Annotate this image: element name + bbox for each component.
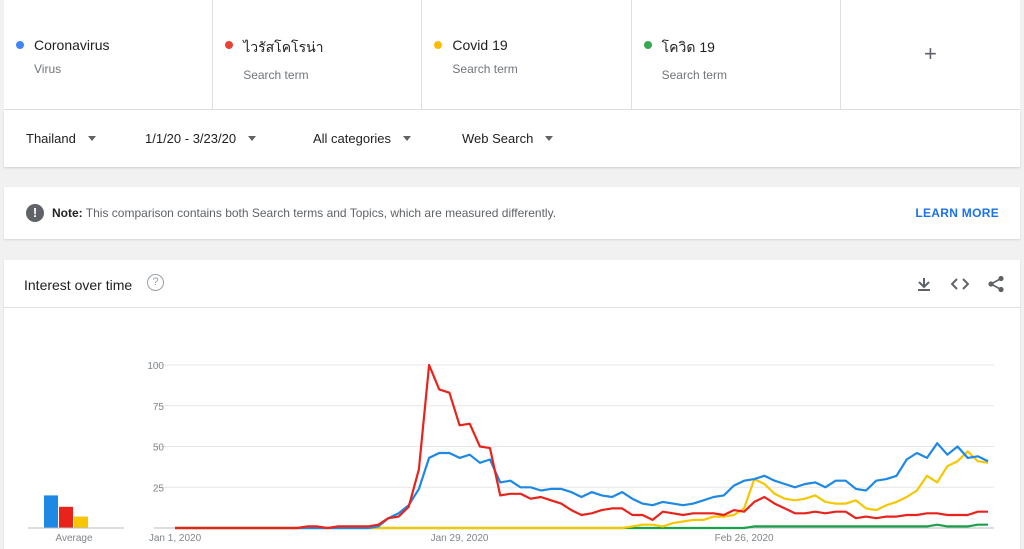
- interest-chart: 100 75 50 25 Jan 1, 2020 Jan 29, 2020 Feb 26, …: [28, 361, 994, 544]
- term-name: ไวรัสโคโรน่า: [243, 39, 324, 55]
- region-dropdown[interactable]: Thailand: [26, 131, 96, 146]
- term-color-dot: [16, 41, 24, 49]
- term-thai-coronavirus[interactable]: ไวรัสโคโรน่า Search term: [213, 0, 423, 109]
- average-bar: [59, 506, 73, 528]
- search-type-dropdown[interactable]: Web Search: [462, 131, 554, 146]
- filters-bar: Thailand 1/1/20 - 3/23/20 All categories…: [4, 110, 1020, 167]
- note-label: Note:: [52, 206, 83, 220]
- category-value: All categories: [313, 131, 392, 146]
- region-value: Thailand: [26, 131, 76, 146]
- x-tick-label: Jan 29, 2020: [431, 533, 489, 544]
- comparison-note: ! Note: This comparison contains both Se…: [4, 187, 1020, 239]
- term-color-dot: [225, 41, 234, 49]
- add-term-button[interactable]: +: [841, 0, 1020, 109]
- term-type: Virus: [34, 62, 62, 76]
- x-tick-label: Feb 26, 2020: [715, 533, 774, 544]
- term-type: Search term: [661, 68, 727, 82]
- term-color-dot: [643, 41, 652, 49]
- plus-icon: +: [923, 40, 937, 66]
- search-terms-bar: Coronavirus Virus ไวรัสโคโรน่า Search te…: [4, 0, 1020, 110]
- date-range-value: 1/1/20 - 3/23/20: [145, 131, 237, 146]
- average-bar: [44, 495, 58, 528]
- note-text: This comparison contains both Search ter…: [85, 206, 557, 220]
- term-type: Search term: [452, 62, 518, 76]
- caret-down-icon: [403, 136, 412, 141]
- info-icon: !: [26, 204, 44, 222]
- term-color-dot: [434, 41, 443, 49]
- date-range-dropdown[interactable]: 1/1/20 - 3/23/20: [145, 131, 257, 146]
- y-tick-label: 25: [153, 483, 165, 494]
- average-label: Average: [55, 533, 93, 544]
- term-name: โควิด 19: [661, 39, 715, 55]
- learn-more-link[interactable]: LEARN MORE: [915, 206, 999, 220]
- interest-over-time-card: Interest over time ? 100 75 50 25 Jan 1, 202…: [4, 260, 1020, 549]
- caret-down-icon: [87, 136, 96, 141]
- x-tick-label: Jan 1, 2020: [149, 533, 202, 544]
- y-tick-label: 50: [153, 443, 165, 454]
- term-covid-19[interactable]: Covid 19 Search term: [422, 0, 632, 109]
- term-type: Search term: [243, 68, 309, 82]
- average-bar: [74, 516, 88, 528]
- note-message: Note: This comparison contains both Sear…: [52, 206, 556, 220]
- term-thai-covid-19[interactable]: โควิด 19 Search term: [632, 0, 841, 109]
- term-name: Coronavirus: [34, 37, 110, 53]
- y-tick-label: 75: [153, 402, 165, 413]
- term-name: Covid 19: [452, 37, 508, 53]
- caret-down-icon: [545, 136, 554, 141]
- category-dropdown[interactable]: All categories: [313, 131, 412, 146]
- search-type-value: Web Search: [462, 131, 534, 146]
- caret-down-icon: [248, 136, 257, 141]
- y-tick-label: 100: [147, 361, 164, 372]
- term-coronavirus[interactable]: Coronavirus Virus: [4, 0, 214, 109]
